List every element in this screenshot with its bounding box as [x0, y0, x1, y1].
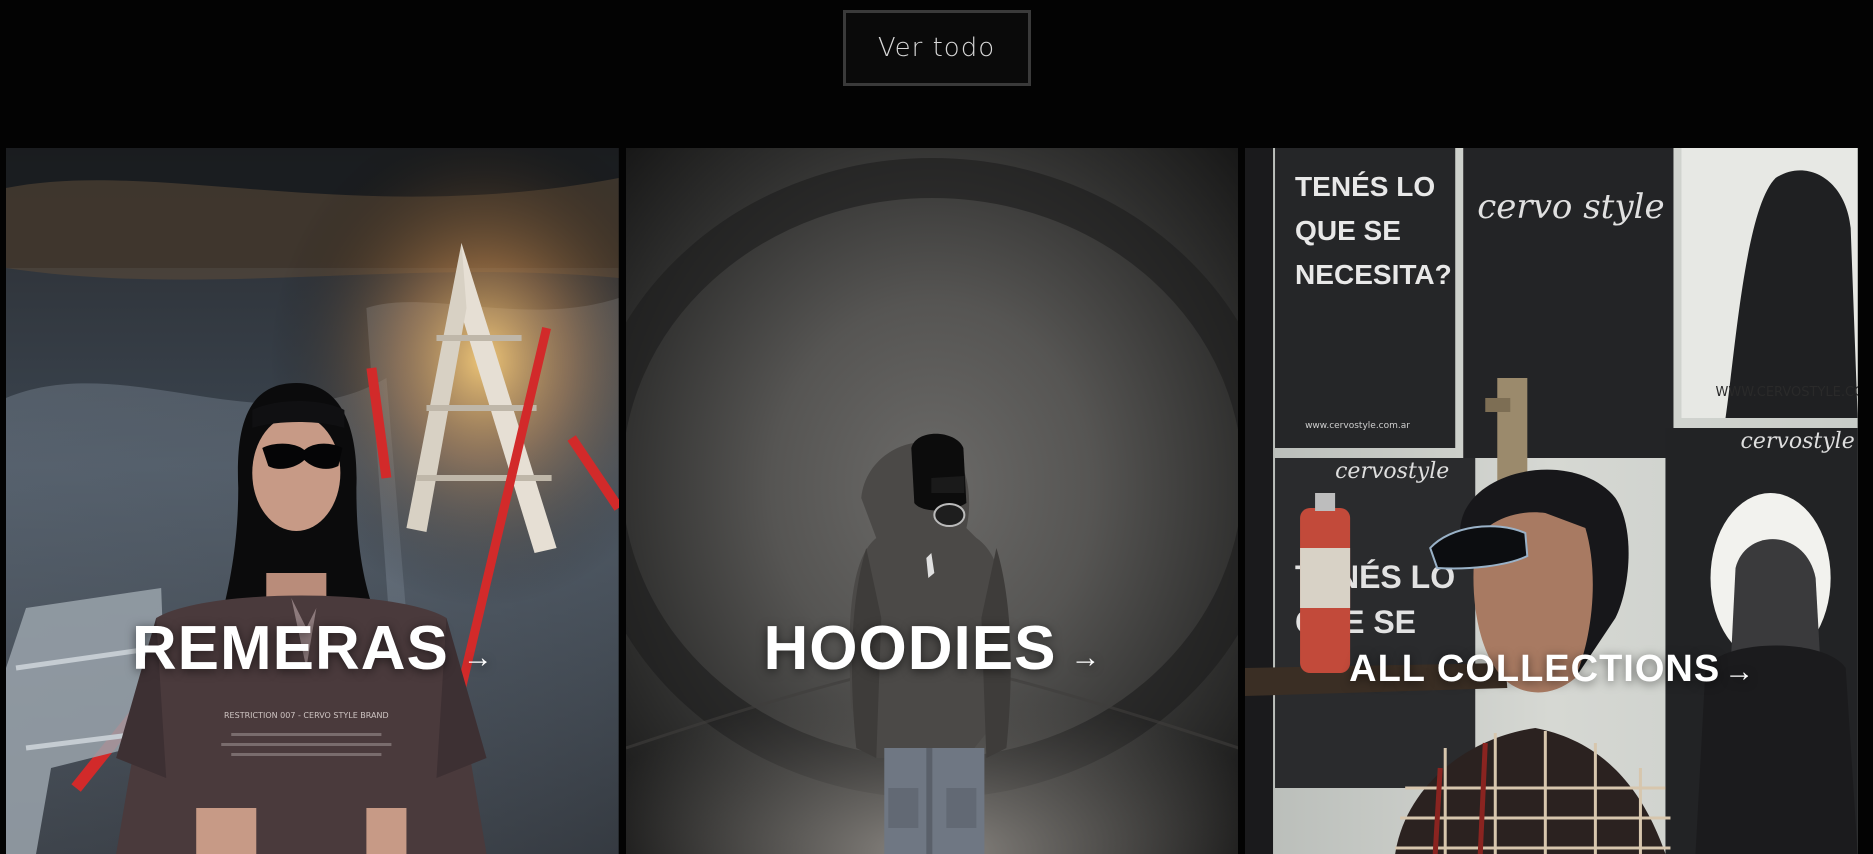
poster-brand-text: cervostyle	[1335, 459, 1449, 484]
arrow-right-icon: →	[1070, 640, 1101, 674]
hoodies-caption[interactable]: HOODIES →	[626, 613, 1239, 684]
all-collections-photo: TENÉS LO QUE SE NECESITA? cervo style WW…	[1245, 148, 1859, 854]
category-card-remeras[interactable]: RESTRICTION 007 - CERVO STYLE BRAND REME…	[6, 148, 619, 854]
category-cards: RESTRICTION 007 - CERVO STYLE BRAND REME…	[6, 148, 1859, 854]
poster-text-line2: QUE SE	[1295, 215, 1401, 246]
remeras-label: REMERAS	[131, 614, 449, 683]
category-card-all-collections[interactable]: TENÉS LO QUE SE NECESITA? cervo style WW…	[1245, 148, 1859, 854]
all-collections-label: ALL COLLECTIONS	[1349, 648, 1721, 690]
hoodies-label: HOODIES	[763, 614, 1057, 683]
view-all-button[interactable]: Ver todo	[842, 10, 1031, 86]
poster-text-line3: NECESITA?	[1295, 259, 1452, 290]
remeras-photo: RESTRICTION 007 - CERVO STYLE BRAND	[6, 148, 619, 854]
arrow-right-icon: →	[1724, 654, 1755, 688]
hoodies-photo	[625, 148, 1239, 854]
remeras-caption[interactable]: REMERAS →	[6, 613, 619, 684]
collections-section: Ver todo RESTRICTION 007 - CERVO STYLE B…	[0, 0, 1873, 854]
category-card-hoodies[interactable]: HOODIES →	[625, 148, 1239, 854]
poster-url-text: WWW.CERVOSTYLE.CO	[1716, 385, 1858, 400]
view-all-wrapper: Ver todo	[0, 10, 1873, 86]
all-collections-caption[interactable]: ALL COLLECTIONS →	[1245, 648, 1858, 691]
arrow-right-icon: →	[462, 640, 493, 674]
poster-logo-text: cervo style	[1478, 187, 1665, 227]
poster-small-url: www.cervostyle.com.ar	[1305, 421, 1410, 431]
tee-print-text: RESTRICTION 007 - CERVO STYLE BRAND	[224, 711, 389, 720]
poster-text-line1: TENÉS LO	[1295, 171, 1435, 202]
poster-brand-text-2: cervostyle	[1741, 429, 1855, 454]
